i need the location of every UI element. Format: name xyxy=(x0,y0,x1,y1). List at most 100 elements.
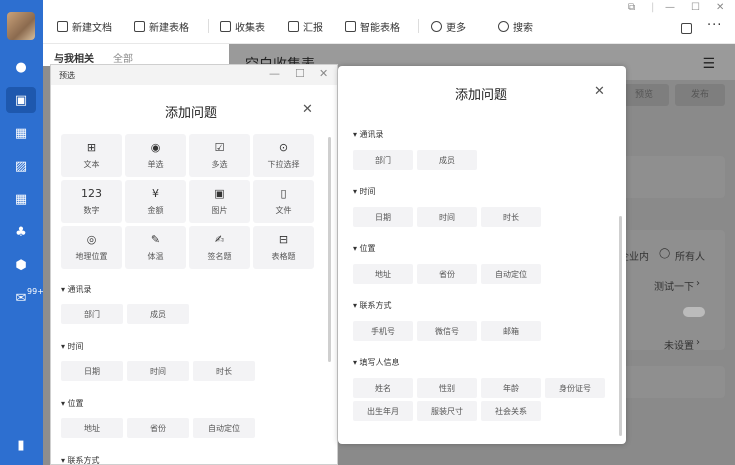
question-chip[interactable]: 时长 xyxy=(481,207,541,227)
question-chip[interactable]: 年龄 xyxy=(481,378,541,398)
collect-button[interactable]: 收集表 xyxy=(220,18,265,34)
tab-all[interactable]: 全部 xyxy=(113,50,133,65)
section-header[interactable]: ▾ 时间 xyxy=(353,186,376,197)
section-header[interactable]: ▾ 位置 xyxy=(61,398,84,409)
minimize-icon[interactable]: — xyxy=(269,67,280,80)
question-type-tile[interactable]: ✍ 签名题 xyxy=(189,226,250,269)
avatar[interactable] xyxy=(7,12,35,40)
divider xyxy=(208,19,209,33)
pin-icon[interactable]: ⧉ xyxy=(628,2,635,13)
question-chip[interactable]: 部门 xyxy=(61,304,123,324)
question-chip[interactable]: 成员 xyxy=(127,304,189,324)
question-chip[interactable]: 手机号 xyxy=(353,321,413,341)
question-chip[interactable]: 成员 xyxy=(417,150,477,170)
question-chip[interactable]: 时间 xyxy=(417,207,477,227)
question-type-tile[interactable]: ⊟ 表格题 xyxy=(253,226,314,269)
question-chip[interactable]: 身份证号 xyxy=(545,378,605,398)
apps-icon[interactable]: ▦ xyxy=(12,190,30,208)
calendar-icon[interactable]: ▦ xyxy=(12,124,30,142)
scrollbar[interactable] xyxy=(328,137,331,362)
question-type-tile[interactable]: 123 数字 xyxy=(61,180,122,223)
question-type-tile[interactable]: ◉ 单选 xyxy=(125,134,186,177)
question-chip[interactable]: 时间 xyxy=(127,361,189,381)
question-chip[interactable]: 省份 xyxy=(417,264,477,284)
smart-sheet-button[interactable]: 智能表格 xyxy=(345,18,400,34)
question-type-label: 表格题 xyxy=(271,251,296,261)
question-type-icon: ▣ xyxy=(214,186,225,200)
layout-icon[interactable] xyxy=(681,20,692,36)
question-chip[interactable]: 社会关系 xyxy=(481,401,541,421)
test-link[interactable]: 测试一下 xyxy=(654,278,694,293)
message-icon[interactable]: ● xyxy=(12,58,30,76)
tab-related[interactable]: 与我相关 xyxy=(54,50,94,65)
option-all[interactable]: 所有人 xyxy=(675,248,705,263)
menu-dots-icon[interactable]: ··· xyxy=(707,17,722,33)
scrollbar[interactable] xyxy=(619,216,622,436)
question-chip[interactable]: 时长 xyxy=(193,361,255,381)
section-header[interactable]: ▾ 联系方式 xyxy=(61,455,100,465)
question-chip[interactable]: 日期 xyxy=(353,207,413,227)
close-icon[interactable]: ✕ xyxy=(594,84,605,99)
section-header[interactable]: ▾ 位置 xyxy=(353,243,376,254)
question-chip[interactable]: 服装尺寸 xyxy=(417,401,477,421)
question-chip[interactable]: 地址 xyxy=(353,264,413,284)
question-type-tile[interactable]: ◎ 地理位置 xyxy=(61,226,122,269)
publish-button[interactable]: 发布 xyxy=(675,84,725,106)
question-type-tile[interactable]: ✎ 体温 xyxy=(125,226,186,269)
new-sheet-button[interactable]: 新建表格 xyxy=(134,18,189,34)
question-type-tile[interactable]: ▣ 图片 xyxy=(189,180,250,223)
question-chip[interactable]: 省份 xyxy=(127,418,189,438)
question-type-tile[interactable]: ⊞ 文本 xyxy=(61,134,122,177)
toggle-switch[interactable] xyxy=(683,307,705,317)
close-icon[interactable]: ✕ xyxy=(302,102,313,117)
dialog-title: 添加问题 xyxy=(165,106,218,121)
section-header[interactable]: ▾ 通讯录 xyxy=(61,284,92,295)
maximize-icon[interactable]: ☐ xyxy=(295,67,305,80)
question-chip[interactable]: 出生年月 xyxy=(353,401,413,421)
question-chip[interactable]: 姓名 xyxy=(353,378,413,398)
question-type-tile[interactable]: ▯ 文件 xyxy=(253,180,314,223)
chevron-right-icon: › xyxy=(696,278,700,289)
question-chip[interactable]: 自动定位 xyxy=(193,418,255,438)
toolbar: 新建文档 新建表格 收集表 汇报 智能表格 更多 搜索 ··· ⧉ | — ☐ … xyxy=(43,0,735,44)
question-chip[interactable]: 日期 xyxy=(61,361,123,381)
preview-button[interactable]: 预览 xyxy=(619,84,669,106)
radio-icon[interactable]: ◯ xyxy=(659,248,670,259)
hamburger-icon[interactable]: ☰ xyxy=(702,56,715,72)
question-chip[interactable]: 自动定位 xyxy=(481,264,541,284)
question-type-tile[interactable]: ☑ 多选 xyxy=(189,134,250,177)
new-doc-button[interactable]: 新建文档 xyxy=(57,18,112,34)
settings-icon[interactable]: ⬢ xyxy=(12,256,30,274)
smart-sheet-icon xyxy=(345,20,356,32)
close-icon[interactable]: ✕ xyxy=(716,2,724,13)
image-icon[interactable]: ▨ xyxy=(12,157,30,175)
unset-link[interactable]: 未设置 xyxy=(664,337,694,352)
minimize-icon[interactable]: — xyxy=(665,2,675,13)
question-type-tile[interactable]: ¥ 金额 xyxy=(125,180,186,223)
collect-icon[interactable]: ▣ xyxy=(6,87,36,113)
question-chip[interactable]: 性别 xyxy=(417,378,477,398)
question-chip[interactable]: 邮箱 xyxy=(481,321,541,341)
question-type-label: 图片 xyxy=(211,205,228,215)
question-chip[interactable]: 微信号 xyxy=(417,321,477,341)
question-type-label: 单选 xyxy=(147,159,164,169)
search-button[interactable]: 搜索 xyxy=(498,18,533,34)
question-type-label: 多选 xyxy=(211,159,228,169)
list-tabs: 与我相关 全部 xyxy=(43,44,229,66)
window-titlebar: 预选 — ☐ ✕ xyxy=(51,65,337,85)
maximize-icon[interactable]: ☐ xyxy=(691,2,700,13)
section-header[interactable]: ▾ 填写人信息 xyxy=(353,357,400,368)
org-icon[interactable]: ♣ xyxy=(12,223,30,241)
question-chip[interactable]: 部门 xyxy=(353,150,413,170)
report-button[interactable]: 汇报 xyxy=(288,18,323,34)
section-header[interactable]: ▾ 联系方式 xyxy=(353,300,392,311)
section-header[interactable]: ▾ 通讯录 xyxy=(353,129,384,140)
question-type-icon: ☑ xyxy=(214,140,225,154)
question-type-icon: ⊟ xyxy=(278,232,289,246)
section-header[interactable]: ▾ 时间 xyxy=(61,341,84,352)
close-icon[interactable]: ✕ xyxy=(319,67,328,80)
question-chip[interactable]: 地址 xyxy=(61,418,123,438)
stats-icon[interactable]: ▮ xyxy=(12,436,30,454)
question-type-tile[interactable]: ⊙ 下拉选择 xyxy=(253,134,314,177)
more-button[interactable]: 更多 xyxy=(431,18,466,34)
